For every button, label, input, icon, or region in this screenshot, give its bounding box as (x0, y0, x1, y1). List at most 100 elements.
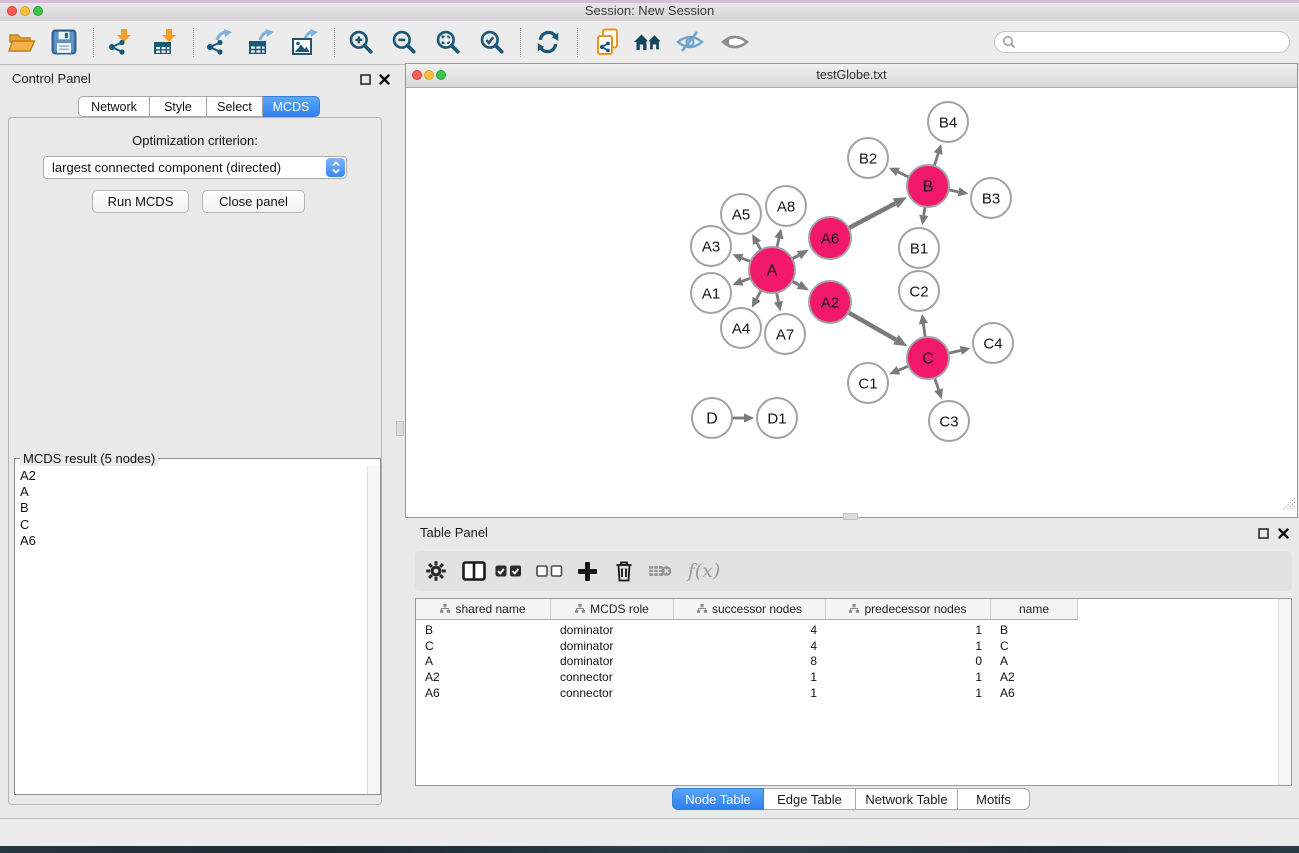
add-column-icon[interactable] (571, 551, 603, 591)
tab-mcds[interactable]: MCDS (263, 96, 320, 117)
delete-column-icon[interactable] (608, 551, 640, 591)
node-C[interactable]: C (907, 337, 949, 379)
export-network-icon[interactable] (202, 25, 236, 59)
tab-select[interactable]: Select (207, 96, 263, 117)
edge-B-B2[interactable] (889, 168, 911, 178)
delete-table-icon[interactable] (644, 551, 676, 591)
edge-A2-C[interactable] (846, 311, 907, 346)
node-D[interactable]: D (692, 398, 732, 438)
save-session-icon[interactable] (47, 25, 81, 59)
zoom-selected-icon[interactable] (475, 25, 509, 59)
close-table-panel-icon[interactable] (1276, 526, 1290, 540)
mcds-result-item[interactable]: A6 (15, 533, 380, 549)
import-table-icon[interactable] (149, 25, 183, 59)
node-A4[interactable]: A4 (721, 308, 761, 348)
table-row[interactable]: A2connector11A2 (416, 669, 1278, 685)
vertical-split-grip[interactable] (396, 421, 404, 436)
column-header-name[interactable]: name (991, 599, 1078, 620)
node-B[interactable]: B (907, 165, 949, 207)
float-panel-icon[interactable] (358, 72, 372, 86)
column-header-predecessor-nodes[interactable]: predecessor nodes (826, 599, 991, 620)
column-header-shared-name[interactable]: shared name (416, 599, 551, 620)
node-A5[interactable]: A5 (721, 194, 761, 234)
run-mcds-button[interactable]: Run MCDS (92, 190, 189, 213)
tab-edge-table[interactable]: Edge Table (764, 788, 856, 810)
edge-C-C2[interactable] (919, 314, 928, 339)
node-B4[interactable]: B4 (928, 102, 968, 142)
refresh-view-icon[interactable] (531, 25, 565, 59)
edge-C-C4[interactable] (947, 346, 971, 355)
table-row[interactable]: A6connector11A6 (416, 685, 1278, 701)
table-row[interactable]: Bdominator41B (416, 622, 1278, 638)
search-input[interactable] (1016, 34, 1270, 50)
edge-A-A4[interactable] (752, 289, 762, 308)
node-B3[interactable]: B3 (971, 178, 1011, 218)
show-graphics-details-icon[interactable] (718, 25, 752, 59)
node-A6[interactable]: A6 (809, 217, 851, 259)
node-D1[interactable]: D1 (757, 398, 797, 438)
node-A8[interactable]: A8 (766, 186, 806, 226)
edge-C-C3[interactable] (934, 376, 943, 399)
mcds-result-item[interactable]: A (15, 484, 380, 500)
clone-network-icon[interactable] (591, 25, 625, 59)
close-panel-button[interactable]: Close panel (202, 190, 305, 213)
horizontal-split-grip[interactable] (843, 513, 858, 520)
edge-C-C1[interactable] (889, 365, 910, 374)
edge-A-A3[interactable] (732, 254, 752, 263)
mcds-result-item[interactable]: A2 (15, 468, 380, 484)
session-home-icon[interactable] (631, 25, 665, 59)
edge-B-B4[interactable] (934, 144, 943, 168)
edge-D-D1[interactable] (730, 413, 754, 422)
mcds-result-list[interactable]: A2ABCA6 (15, 466, 380, 549)
edge-A-A1[interactable] (733, 277, 753, 286)
open-session-icon[interactable] (5, 25, 39, 59)
import-network-icon[interactable] (104, 25, 138, 59)
float-table-panel-icon[interactable] (1256, 526, 1270, 540)
table-row[interactable]: Adominator80A (416, 654, 1278, 670)
deselect-all-checkboxes-icon[interactable] (533, 551, 565, 591)
node-A3[interactable]: A3 (691, 226, 731, 266)
window-resize-grip[interactable] (1282, 497, 1296, 516)
export-table-icon[interactable] (244, 25, 278, 59)
export-image-icon[interactable] (288, 25, 322, 59)
mcds-list-scrollbar[interactable] (367, 466, 380, 794)
close-panel-icon[interactable] (377, 72, 391, 86)
node-A2[interactable]: A2 (809, 281, 851, 323)
edge-A-A6[interactable] (790, 250, 809, 260)
search-box[interactable] (994, 31, 1290, 53)
tab-style[interactable]: Style (150, 96, 207, 117)
mcds-result-item[interactable]: B (15, 500, 380, 516)
settings-gear-icon[interactable] (420, 551, 452, 591)
node-C3[interactable]: C3 (929, 401, 969, 441)
tab-node-table[interactable]: Node Table (672, 788, 764, 810)
zoom-fit-icon[interactable] (431, 25, 465, 59)
network-window-titlebar[interactable]: testGlobe.txt (406, 64, 1297, 88)
zoom-in-icon[interactable] (344, 25, 378, 59)
node-A7[interactable]: A7 (765, 314, 805, 354)
table-scrollbar[interactable] (1278, 599, 1291, 785)
column-header-MCDS-role[interactable]: MCDS role (551, 599, 674, 620)
function-builder-icon[interactable]: f(x) (682, 551, 726, 591)
edge-A-A2[interactable] (790, 280, 809, 290)
node-C2[interactable]: C2 (899, 271, 939, 311)
show-columns-icon[interactable] (458, 551, 490, 591)
tab-network[interactable]: Network (78, 96, 150, 117)
column-header-successor-nodes[interactable]: successor nodes (674, 599, 826, 620)
tab-network-table[interactable]: Network Table (856, 788, 958, 810)
hide-panels-icon[interactable] (673, 25, 707, 59)
node-A1[interactable]: A1 (691, 273, 731, 313)
node-A[interactable]: A (749, 247, 795, 293)
select-all-checkboxes-icon[interactable] (492, 551, 524, 591)
node-C1[interactable]: C1 (848, 363, 888, 403)
edge-B-B3[interactable] (947, 187, 969, 196)
node-B1[interactable]: B1 (899, 228, 939, 268)
mcds-result-item[interactable]: C (15, 517, 380, 533)
tab-motifs[interactable]: Motifs (958, 788, 1030, 810)
network-canvas[interactable]: AA6A2BCA5A8A3A1A4A7B4B2B3B1C2C4C1C3DD1 (406, 87, 1297, 517)
edge-A6-B[interactable] (847, 197, 907, 229)
edge-A-A5[interactable] (752, 234, 762, 252)
criterion-dropdown[interactable]: largest connected component (directed) (43, 156, 347, 179)
table-row[interactable]: Cdominator41C (416, 638, 1278, 654)
node-C4[interactable]: C4 (973, 323, 1013, 363)
zoom-out-icon[interactable] (387, 25, 421, 59)
